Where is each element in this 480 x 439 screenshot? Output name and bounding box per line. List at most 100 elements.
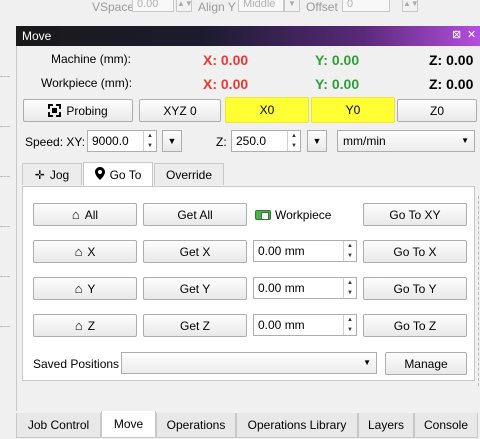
home-y-button[interactable]: ⌂ Y — [33, 277, 137, 300]
aligny-label: Align Y — [198, 0, 236, 14]
vspace-field[interactable]: 0.00 — [132, 0, 174, 12]
get-y-button[interactable]: Get Y — [143, 277, 247, 300]
tab-layers[interactable]: Layers — [358, 413, 414, 438]
goto-y-value: 0.00 mm — [258, 281, 305, 295]
goto-x-button[interactable]: Go To X — [363, 240, 467, 263]
goto-z-stepper[interactable]: ▲ ▼ — [343, 315, 356, 335]
layout-toolbar: VSpace 0.00 ▲▼ Align Y Middle ▼ Offset 0… — [0, 0, 480, 26]
edge-tick — [0, 326, 10, 327]
tab-jog-label: Jog — [49, 167, 70, 182]
x0-button[interactable]: X0 — [225, 97, 309, 123]
chevron-down-icon: ▼ — [363, 358, 371, 367]
workpiece-toggle[interactable] — [255, 210, 271, 220]
workpiece-y: Y: 0.00 — [315, 76, 360, 92]
goto-x-stepper[interactable]: ▲ ▼ — [343, 241, 356, 261]
speed-z-preset-dropdown[interactable]: ▼ — [307, 130, 327, 152]
float-icon[interactable]: ⊠ — [452, 28, 461, 41]
move-panel-titlebar[interactable]: Move ⊠ ✕ — [16, 26, 480, 46]
machine-z: Z: 0.00 — [429, 52, 474, 68]
goto-z-input[interactable]: 0.00 mm ▲ ▼ — [253, 314, 357, 336]
saved-positions-select[interactable]: ▼ — [121, 352, 377, 374]
bottom-tab-bar: Job Control Move Operations Operations L… — [0, 411, 480, 439]
y0-button[interactable]: Y0 — [311, 97, 395, 123]
saved-positions-label: Saved Positions — [33, 357, 120, 371]
workpiece-z: Z: 0.00 — [429, 76, 474, 92]
speed-unit-select[interactable]: mm/min ▼ — [337, 130, 475, 152]
workpiece-toggle-label: Workpiece — [275, 208, 332, 222]
speed-z-input[interactable]: 250.0 ▲ ▼ — [231, 130, 301, 152]
home-icon: ⌂ — [71, 207, 80, 222]
tab-job-control[interactable]: Job Control — [16, 413, 101, 438]
home-icon: ⌂ — [74, 244, 83, 259]
home-z-button[interactable]: ⌂ Z — [33, 314, 137, 337]
edge-tick — [0, 76, 10, 77]
probing-button[interactable]: Probing — [23, 99, 133, 122]
speed-xy-preset-dropdown[interactable]: ▼ — [162, 130, 182, 152]
speed-z-label: Z: — [216, 135, 227, 149]
home-all-button[interactable]: ⌂ All — [33, 203, 137, 226]
get-x-button[interactable]: Get X — [143, 240, 247, 263]
manage-button[interactable]: Manage — [385, 352, 467, 375]
machine-x: X: 0.00 — [203, 52, 249, 68]
tab-move[interactable]: Move — [101, 411, 156, 438]
speed-xy-value: 9000.0 — [92, 134, 129, 148]
close-icon[interactable]: ✕ — [467, 28, 476, 41]
speed-z-value: 250.0 — [236, 134, 267, 148]
edge-tick — [0, 226, 10, 227]
edge-tick — [0, 276, 10, 277]
goto-y-stepper[interactable]: ▲ ▼ — [343, 278, 356, 298]
tab-override[interactable]: Override — [154, 163, 224, 185]
offset-field[interactable]: 0 — [342, 0, 390, 12]
vspace-label: VSpace — [92, 0, 135, 14]
get-all-button[interactable]: Get All — [143, 203, 247, 226]
home-icon: ⌂ — [74, 281, 83, 296]
move-cross-icon: ✛ — [34, 167, 45, 182]
goto-y-input[interactable]: 0.00 mm ▲ ▼ — [253, 277, 357, 299]
panel-scroll-edge — [475, 196, 479, 386]
tab-goto[interactable]: Go To — [83, 162, 153, 186]
edge-tick — [0, 126, 10, 127]
home-y-label: Y — [87, 281, 96, 296]
probe-icon — [48, 104, 62, 117]
home-x-button[interactable]: ⌂ X — [33, 240, 137, 263]
goto-x-input[interactable]: 0.00 mm ▲ ▼ — [253, 240, 357, 262]
home-x-label: X — [87, 244, 96, 259]
edge-tick — [0, 176, 10, 177]
z0-button[interactable]: Z0 — [397, 99, 477, 122]
vspace-stepper[interactable]: ▲▼ — [176, 0, 193, 12]
speed-unit-value: mm/min — [343, 134, 386, 148]
goto-y-button[interactable]: Go To Y — [363, 277, 467, 300]
tab-jog[interactable]: ✛ Jog — [22, 163, 82, 185]
home-all-label: All — [84, 207, 99, 222]
goto-x-value: 0.00 mm — [258, 244, 305, 258]
tab-console[interactable]: Console — [414, 413, 478, 438]
speed-xy-input[interactable]: 9000.0 ▲ ▼ — [87, 130, 157, 152]
offset-label: Offset — [306, 0, 338, 14]
goto-z-button[interactable]: Go To Z — [363, 314, 467, 337]
chevron-down-icon: ▼ — [461, 136, 469, 145]
left-edge — [0, 46, 16, 411]
goto-z-value: 0.00 mm — [258, 318, 305, 332]
goto-tab-page: ⌂ All Get All Workpiece Go To XY ⌂ X Get… — [22, 186, 475, 381]
machine-y: Y: 0.00 — [315, 52, 360, 68]
speed-z-stepper[interactable]: ▲ ▼ — [287, 131, 300, 151]
workpiece-label: Workpiece (mm): — [41, 76, 133, 90]
xyz0-button[interactable]: XYZ 0 — [139, 99, 221, 122]
tab-goto-label: Go To — [109, 167, 142, 182]
home-icon: ⌂ — [74, 318, 83, 333]
offset-stepper[interactable]: ▲▼ — [402, 0, 419, 12]
aligny-select[interactable]: Middle — [238, 0, 284, 12]
get-z-button[interactable]: Get Z — [143, 314, 247, 337]
tab-operations[interactable]: Operations — [156, 413, 236, 438]
probing-button-label: Probing — [66, 103, 108, 118]
speed-xy-label: Speed: XY: — [25, 135, 86, 149]
location-pin-icon — [94, 166, 105, 183]
tab-operations-library[interactable]: Operations Library — [236, 413, 358, 438]
speed-xy-stepper[interactable]: ▲ ▼ — [143, 131, 156, 151]
workpiece-x: X: 0.00 — [203, 76, 249, 92]
aligny-dropdown-icon[interactable]: ▼ — [284, 0, 300, 12]
panel-title: Move — [22, 29, 52, 43]
home-z-label: Z — [87, 318, 96, 333]
goto-xy-button[interactable]: Go To XY — [363, 203, 467, 226]
machine-label: Machine (mm): — [51, 52, 132, 66]
